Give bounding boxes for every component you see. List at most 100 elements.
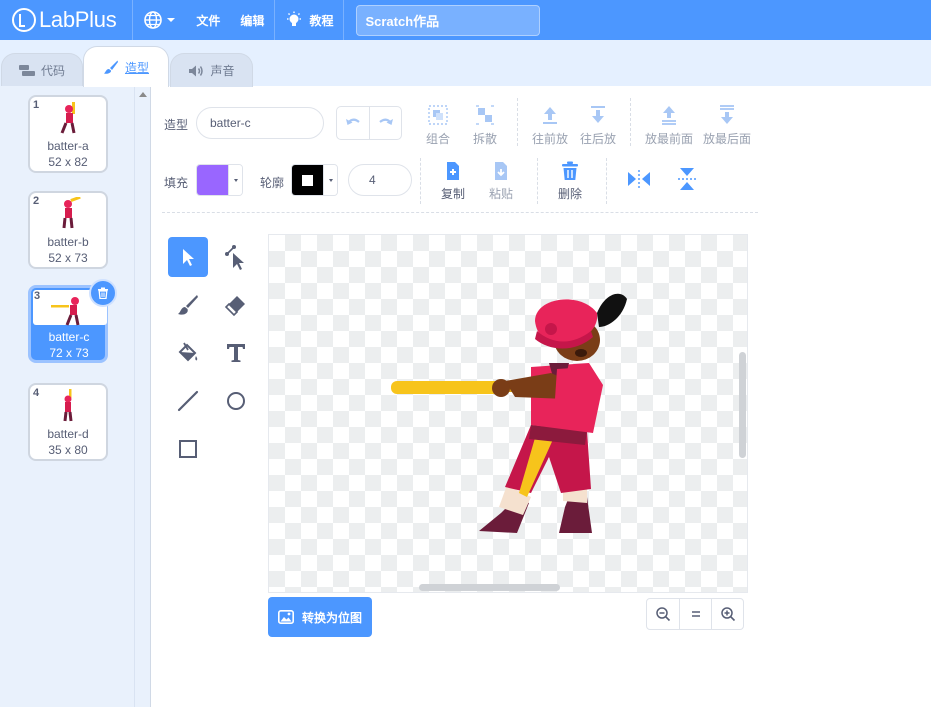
dropdown-caret-icon: [323, 165, 337, 195]
delete-button[interactable]: 删除: [554, 161, 586, 202]
code-blocks-icon: [18, 64, 35, 77]
send-to-back-icon: [720, 105, 734, 124]
costume-name-input[interactable]: batter-c: [196, 107, 324, 139]
fill-color-swatch: [197, 165, 228, 195]
reshape-tool[interactable]: [216, 237, 256, 277]
brush-icon: [178, 295, 198, 315]
forward-button[interactable]: 往前放: [530, 104, 570, 147]
logo-icon: [12, 8, 36, 32]
logo[interactable]: LabPlus: [12, 0, 117, 40]
lightbulb-icon: [287, 11, 302, 26]
tab-sounds-label: 声音: [210, 64, 235, 78]
copy-icon: [447, 162, 459, 180]
dropdown-caret-icon: [228, 165, 242, 195]
ungroup-label: 拆散: [472, 132, 497, 146]
text-t-icon: [227, 344, 245, 362]
costume-number: 1: [33, 99, 40, 111]
costume-size: 52 x 73: [48, 251, 88, 265]
toolbar-divider: [162, 212, 758, 213]
paint-canvas[interactable]: [268, 234, 748, 593]
costume-item-batter-a[interactable]: 1 batter-a 52 x 82: [28, 95, 108, 173]
text-tool[interactable]: [216, 333, 256, 373]
costume-thumbnail: [51, 297, 80, 326]
fill-tool[interactable]: [168, 333, 208, 373]
circle-tool[interactable]: [216, 381, 256, 421]
zoom-out-button[interactable]: [647, 599, 679, 629]
menu-separator: [343, 0, 345, 40]
outline-width-input[interactable]: 4: [348, 164, 412, 196]
file-menu[interactable]: 文件: [186, 0, 230, 40]
paste-label: 粘贴: [488, 187, 513, 201]
brush-icon: [103, 59, 119, 75]
forward-label: 往前放: [531, 132, 568, 146]
paste-button[interactable]: 粘贴: [485, 161, 517, 202]
backward-button[interactable]: 往后放: [578, 104, 618, 147]
tab-strip: 代码 造型 声音: [0, 40, 931, 87]
costume-item-batter-b[interactable]: 2 batter-b 52 x 73: [28, 191, 108, 269]
canvas-vertical-scrollbar[interactable]: [739, 352, 746, 458]
project-title-input[interactable]: Scratch作品: [356, 4, 541, 36]
tab-code[interactable]: 代码: [1, 53, 83, 87]
costume-thumbnail: [63, 389, 73, 422]
speaker-icon: [188, 64, 204, 78]
brush-tool[interactable]: [168, 285, 208, 325]
scroll-up-arrow-icon[interactable]: [139, 92, 147, 97]
circle-icon: [227, 392, 245, 410]
tab-code-label: 代码: [40, 64, 65, 78]
group-button[interactable]: 组合: [421, 104, 455, 147]
paste-icon: [495, 162, 507, 180]
canvas-horizontal-scrollbar[interactable]: [419, 584, 560, 591]
fill-color-picker[interactable]: [196, 164, 243, 196]
menu-bar: LabPlus 文件 编辑 教程 Scratch作品: [0, 0, 931, 40]
equals-icon: [691, 611, 700, 617]
reshape-pointer-icon: [225, 245, 244, 270]
undo-icon: [346, 118, 360, 125]
zoom-reset-button[interactable]: [679, 599, 711, 629]
outline-color-picker[interactable]: [291, 164, 338, 196]
redo-button[interactable]: [369, 107, 401, 139]
delete-costume-button[interactable]: [89, 279, 117, 307]
tab-costumes-label: 造型: [124, 60, 149, 75]
paint-bucket-icon: [178, 342, 198, 362]
arrow-up-icon: [543, 107, 557, 124]
costume-number: 3: [34, 290, 41, 302]
select-tool[interactable]: [168, 237, 208, 277]
bring-to-front-icon: [662, 106, 676, 125]
edit-menu[interactable]: 编辑: [230, 0, 274, 40]
zoom-in-button[interactable]: [711, 599, 743, 629]
send-to-back-button[interactable]: 放最后面: [701, 104, 753, 147]
toolbar-separator: [517, 98, 518, 146]
zoom-out-icon: [656, 607, 671, 622]
convert-to-bitmap-button[interactable]: 转换为位图: [268, 597, 372, 637]
undo-button[interactable]: [337, 107, 369, 139]
language-menu[interactable]: [133, 0, 186, 40]
bring-to-front-button[interactable]: 放最前面: [643, 104, 695, 147]
rectangle-tool[interactable]: [168, 429, 208, 469]
bring-to-front-label: 放最前面: [644, 132, 693, 146]
costume-size: 52 x 82: [48, 155, 88, 169]
convert-to-bitmap-label: 转换为位图: [302, 610, 363, 625]
flip-vertical-button[interactable]: [674, 167, 700, 191]
copy-button[interactable]: 复制: [437, 161, 469, 202]
toolbar-separator: [420, 158, 421, 204]
toolbar-separator: [606, 158, 607, 204]
flip-vertical-icon: [678, 168, 696, 190]
ungroup-button[interactable]: 拆散: [468, 104, 502, 147]
costume-name: batter-a: [47, 139, 89, 153]
zoom-controls: [646, 598, 744, 630]
rectangle-icon: [179, 440, 197, 458]
tab-costumes[interactable]: 造型: [83, 46, 169, 87]
tab-sounds[interactable]: 声音: [170, 53, 253, 87]
tutorial-label: 教程: [309, 13, 334, 28]
globe-icon: [144, 11, 163, 29]
caret-down-icon: [167, 18, 176, 22]
tutorial-menu[interactable]: 教程: [275, 0, 343, 40]
logo-text: LabPlus: [39, 7, 117, 32]
eraser-tool[interactable]: [216, 285, 256, 325]
costume-item-batter-d[interactable]: 4 batter-d 35 x 80: [28, 383, 108, 461]
line-tool[interactable]: [168, 381, 208, 421]
flip-horizontal-button[interactable]: [626, 169, 652, 189]
image-icon: [278, 610, 294, 624]
costume-list-scrollbar[interactable]: [134, 86, 150, 707]
outline-color-swatch: [292, 165, 323, 195]
